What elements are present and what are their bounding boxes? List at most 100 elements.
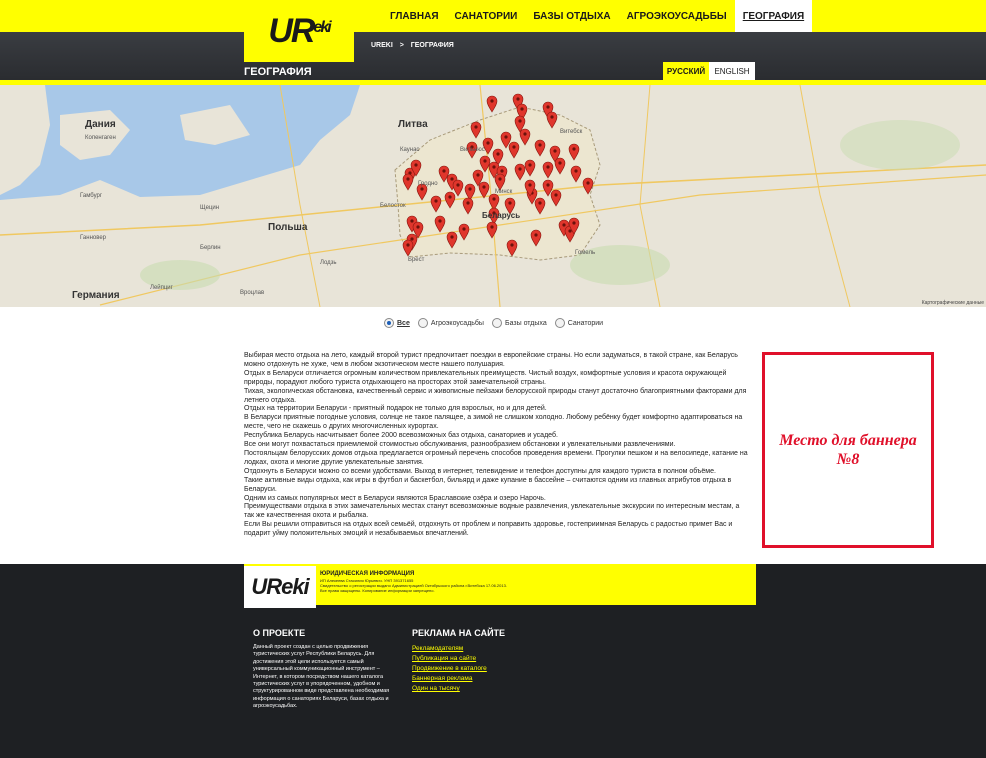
paragraph: Постояльцам белорусских домов отдыха пре… bbox=[244, 449, 748, 466]
ads-link-promotion[interactable]: Продвижение в каталоге bbox=[412, 664, 487, 674]
nav-item-bases[interactable]: БАЗЫ ОТДЫХА bbox=[525, 0, 618, 32]
ads-link-one-in-thousand[interactable]: Один на тысячу bbox=[412, 684, 487, 694]
map-marker-dot bbox=[546, 105, 550, 109]
map-marker-dot bbox=[546, 165, 550, 169]
type-filter: Все Агроэкоусадьбы Базы отдыха Санатории bbox=[384, 318, 603, 328]
nav-item-geography[interactable]: ГЕОГРАФИЯ bbox=[734, 0, 813, 32]
map-marker-dot bbox=[508, 201, 512, 205]
map-marker-dot bbox=[550, 115, 554, 119]
ads-title: РЕКЛАМА НА САЙТЕ bbox=[412, 628, 506, 638]
map-city: Минск bbox=[495, 189, 513, 195]
map-marker-dot bbox=[466, 201, 470, 205]
map-city: Каунас bbox=[400, 147, 420, 153]
filter-bases[interactable]: Базы отдыха bbox=[491, 318, 547, 328]
map-marker-dot bbox=[510, 243, 514, 247]
about-title: О ПРОЕКТЕ bbox=[253, 628, 306, 638]
map-city: Лодзь bbox=[320, 260, 337, 266]
map-marker-dot bbox=[534, 233, 538, 237]
map-attribution: Картографические данные bbox=[921, 300, 984, 306]
map-marker-dot bbox=[516, 97, 520, 101]
map-marker-dot bbox=[553, 149, 557, 153]
logo-text: UReki bbox=[268, 11, 331, 50]
lang-russian-button[interactable]: РУССКИЙ bbox=[663, 62, 709, 80]
map-marker-dot bbox=[468, 187, 472, 191]
map-marker-dot bbox=[492, 197, 496, 201]
radio-button[interactable] bbox=[417, 318, 428, 328]
map-city: Лейпциг bbox=[150, 285, 173, 291]
filter-label: Базы отдыха bbox=[504, 319, 547, 327]
paragraph: Выбирая место отдыха на лето, каждый вто… bbox=[244, 352, 738, 368]
filter-label: Агроэкоусадьбы bbox=[430, 319, 484, 327]
map-city: Берлин bbox=[200, 245, 221, 251]
paragraph: Тихая, экологическая обстановка, качеств… bbox=[244, 387, 747, 404]
paragraph: Отдых в Беларуси отличается огромным кол… bbox=[244, 369, 727, 386]
map-marker-dot bbox=[420, 187, 424, 191]
map-canvas bbox=[0, 85, 986, 307]
map-city: Гомель bbox=[575, 250, 596, 256]
map-city: Белосток bbox=[380, 203, 406, 209]
map-marker-dot bbox=[538, 143, 542, 147]
map-marker-dot bbox=[546, 183, 550, 187]
about-text: Данный проект создан с целью продвижения… bbox=[253, 644, 390, 710]
map-marker-dot bbox=[574, 169, 578, 173]
legal-line: Все права защищены. Копирование информац… bbox=[320, 588, 435, 593]
map-marker-dot bbox=[450, 235, 454, 239]
map-marker-dot bbox=[476, 173, 480, 177]
map-marker-icon[interactable] bbox=[486, 95, 498, 113]
paragraph: Преимуществами отдыха в этих замечательн… bbox=[244, 503, 740, 520]
map-city: Гамбург bbox=[80, 193, 103, 199]
map-label-poland: Польша bbox=[268, 222, 308, 233]
lang-english-button[interactable]: ENGLISH bbox=[709, 62, 755, 80]
nav-item-agro[interactable]: АГРОЭКОУСАДЬБЫ bbox=[619, 0, 735, 32]
filter-agro[interactable]: Агроэкоусадьбы bbox=[417, 318, 484, 328]
article-text: Выбирая место отдыха на лето, каждый вто… bbox=[244, 352, 749, 539]
paragraph: Отдых на территории Беларуси - приятный … bbox=[244, 405, 547, 413]
radio-button[interactable] bbox=[491, 318, 502, 328]
nav-item-sanatoriums[interactable]: САНАТОРИИ bbox=[447, 0, 526, 32]
map-marker-dot bbox=[558, 161, 562, 165]
filter-all[interactable]: Все bbox=[384, 318, 410, 328]
map-marker-dot bbox=[450, 177, 454, 181]
map-marker-dot bbox=[406, 243, 410, 247]
map-marker-dot bbox=[462, 227, 466, 231]
legal-title: ЮРИДИЧЕСКАЯ ИНФОРМАЦИЯ bbox=[320, 571, 415, 577]
map-marker-dot bbox=[572, 221, 576, 225]
map-marker-dot bbox=[414, 163, 418, 167]
paragraph: Одним из самых популярных мест в Беларус… bbox=[244, 494, 546, 502]
ads-link-publication[interactable]: Публикация на сайте bbox=[412, 654, 487, 664]
map-marker-dot bbox=[498, 177, 502, 181]
map-marker-dot bbox=[500, 169, 504, 173]
map-label-germany: Германия bbox=[72, 290, 120, 301]
paragraph: Отдохнуть в Беларуси можно со всеми удоб… bbox=[244, 467, 716, 475]
map-marker-dot bbox=[442, 169, 446, 173]
main-nav: ГЛАВНАЯ САНАТОРИИ БАЗЫ ОТДЫХА АГРОЭКОУСА… bbox=[382, 0, 813, 32]
map-marker-dot bbox=[474, 125, 478, 129]
site-logo[interactable]: UReki bbox=[244, 0, 354, 62]
map-marker-dot bbox=[492, 165, 496, 169]
paragraph: Такие активные виды отдыха, как игры в ф… bbox=[244, 476, 732, 493]
map-city: Щецин bbox=[200, 205, 220, 211]
map-marker-dot bbox=[512, 145, 516, 149]
breadcrumb-home[interactable]: UREKI bbox=[371, 42, 393, 49]
ads-link-banner[interactable]: Баннерная реклама bbox=[412, 674, 487, 684]
map-city: Копенгаген bbox=[85, 135, 116, 141]
banner-placeholder[interactable]: Место для баннера №8 bbox=[762, 352, 934, 548]
map-view[interactable]: Дания Литва Польша Германия Беларусь Коп… bbox=[0, 85, 986, 307]
banner-number: №8 bbox=[836, 451, 860, 468]
map-marker-dot bbox=[572, 147, 576, 151]
radio-button-checked[interactable] bbox=[384, 318, 394, 328]
footer-logo[interactable]: UReki bbox=[244, 566, 316, 608]
map-marker-dot bbox=[416, 225, 420, 229]
map-marker-dot bbox=[518, 167, 522, 171]
map-marker-dot bbox=[528, 183, 532, 187]
ads-link-advertisers[interactable]: Рекламодателям bbox=[412, 644, 487, 654]
map-marker-dot bbox=[410, 219, 414, 223]
paragraph: Республика Беларусь насчитывает более 20… bbox=[244, 432, 558, 440]
filter-sanatoriums[interactable]: Санатории bbox=[554, 318, 603, 328]
paragraph: Если Вы решили отправиться на отдых всей… bbox=[244, 521, 733, 538]
map-marker-dot bbox=[562, 223, 566, 227]
map-marker-dot bbox=[523, 132, 527, 136]
map-label-belarus: Беларусь bbox=[482, 211, 521, 220]
radio-button[interactable] bbox=[554, 318, 565, 328]
nav-item-main[interactable]: ГЛАВНАЯ bbox=[382, 0, 447, 32]
